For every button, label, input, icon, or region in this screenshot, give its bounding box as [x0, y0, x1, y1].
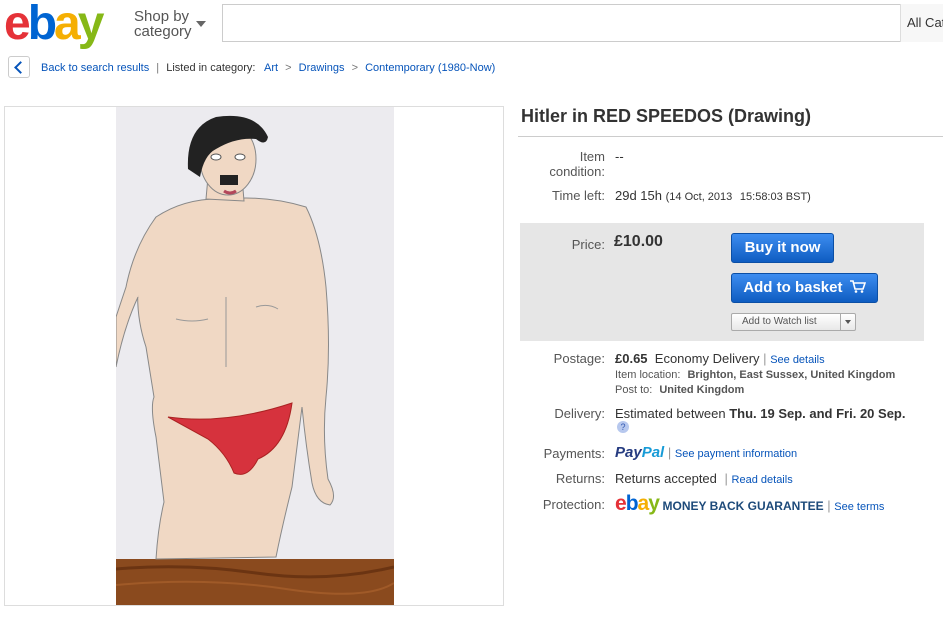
- buy-it-now-button[interactable]: Buy it now: [731, 233, 834, 263]
- ebay-logo[interactable]: ebay: [4, 0, 104, 50]
- condition-label: Item condition:: [549, 149, 605, 179]
- category-select[interactable]: All Cat: [900, 4, 943, 42]
- see-details-link[interactable]: See details: [770, 354, 824, 366]
- breadcrumb-contemporary[interactable]: Contemporary (1980-Now): [365, 62, 495, 74]
- payments-label: Payments:: [543, 446, 605, 461]
- breadcrumb-drawings[interactable]: Drawings: [299, 62, 345, 74]
- time-left-value: 29d 15h (14 Oct, 2013 15:58:03 BST): [615, 188, 811, 203]
- add-to-watch-list-button[interactable]: Add to Watch list: [731, 313, 856, 331]
- chevron-down-icon: [196, 21, 206, 27]
- divider: |: [724, 471, 728, 486]
- breadcrumb-art[interactable]: Art: [264, 62, 278, 74]
- shop-by-category-button[interactable]: Shop by category: [134, 9, 206, 39]
- chevron-down-icon[interactable]: [845, 320, 851, 324]
- breadcrumb-separator: >: [285, 62, 292, 74]
- divider: |: [763, 351, 767, 366]
- add-to-basket-button[interactable]: Add to basket: [731, 273, 878, 303]
- read-details-link[interactable]: Read details: [732, 474, 793, 486]
- divider: |: [156, 62, 160, 74]
- see-payment-information-link[interactable]: See payment information: [675, 448, 797, 460]
- price-value: £10.00: [614, 233, 663, 250]
- chevron-left-icon: [14, 61, 27, 74]
- search-box: [222, 4, 942, 42]
- protection-label: Protection:: [542, 497, 605, 512]
- breadcrumb: Back to search results | Listed in categ…: [41, 62, 495, 74]
- breadcrumb-separator: >: [351, 62, 359, 74]
- postage-value: £0.65 Economy Delivery | See details: [615, 351, 825, 366]
- paypal-logo: PayPal: [615, 444, 665, 461]
- delivery-label: Delivery:: [554, 406, 605, 421]
- ebay-small-logo: ebay: [615, 492, 660, 515]
- divider: |: [827, 498, 831, 513]
- returns-label: Returns:: [555, 471, 605, 486]
- post-to: Post to: United Kingdom: [615, 384, 745, 396]
- returns-value: Returns accepted | Read details: [615, 471, 793, 486]
- back-to-search-link[interactable]: Back to search results: [41, 62, 149, 74]
- protection-value: ebay MONEY BACK GUARANTEE | See terms: [615, 492, 884, 516]
- listed-in-label: Listed in category:: [166, 62, 256, 74]
- item-drawing-image: [116, 107, 394, 605]
- search-input[interactable]: [229, 5, 903, 41]
- item-title: Hitler in RED SPEEDOS (Drawing): [521, 106, 812, 126]
- basket-icon: [849, 280, 866, 293]
- see-terms-link[interactable]: See terms: [834, 501, 884, 513]
- condition-value: --: [615, 149, 624, 164]
- divider: [840, 314, 841, 330]
- price-label: Price:: [571, 237, 605, 252]
- back-button[interactable]: [8, 56, 30, 78]
- item-image-frame[interactable]: [4, 106, 504, 606]
- item-location: Item location: Brighton, East Sussex, Un…: [615, 369, 896, 381]
- delivery-value: Estimated between Thu. 19 Sep. and Fri. …: [615, 406, 906, 421]
- divider: |: [667, 445, 672, 460]
- divider: [518, 136, 943, 137]
- help-icon[interactable]: ?: [617, 421, 629, 433]
- time-left-label: Time left:: [552, 188, 605, 203]
- postage-label: Postage:: [553, 351, 605, 366]
- payments-value: PayPal | See payment information: [615, 444, 797, 461]
- money-back-guarantee: MONEY BACK GUARANTEE: [662, 499, 824, 513]
